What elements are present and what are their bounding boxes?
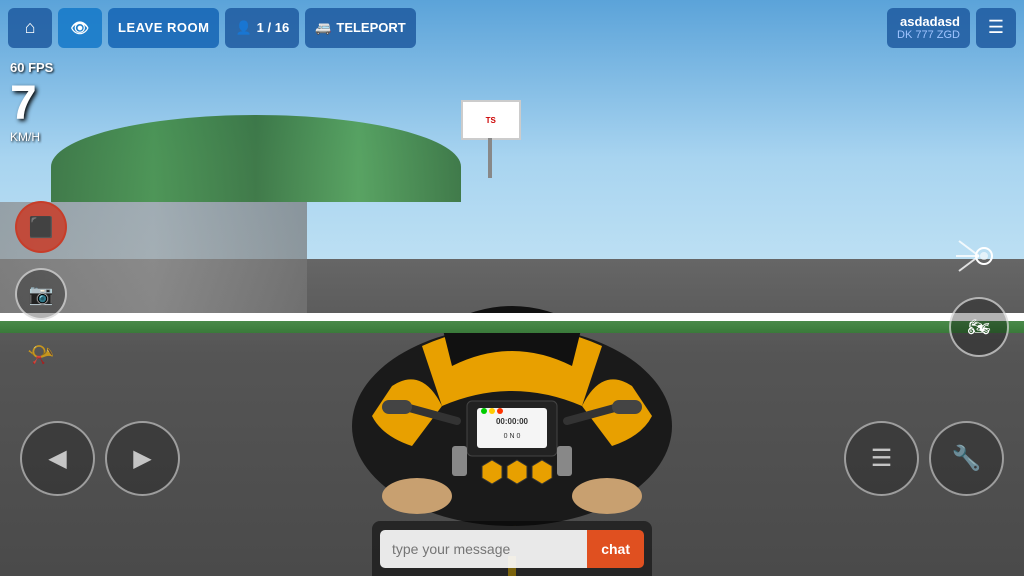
horn-icon: 📯 [27,342,54,368]
right-controls: 🏍 [949,230,1009,357]
svg-text:00:00:00: 00:00:00 [496,417,529,426]
horn-button[interactable]: 📯 [15,335,67,375]
players-count: 1 / 16 [257,20,290,35]
left-controls: ⬛ 📷 📯 [15,201,67,375]
players-button[interactable]: 👤 1 / 16 [225,8,299,48]
svg-text:0 N 0: 0 N 0 [504,433,521,440]
headlight-button[interactable] [953,230,1005,282]
player-info-panel: asdadasd DK 777 ZGD [887,8,970,48]
camera-button[interactable]: 📷 [15,268,67,320]
fps-label: 60 FPS [10,60,53,75]
record-button[interactable]: ⬛ [15,201,67,253]
road-divider [0,313,1024,321]
eye-button[interactable]: 👁 [58,8,102,48]
record-icon: ⬛ [29,215,54,240]
steer-left-button[interactable]: ◀ [20,421,95,496]
speed-unit: KM/H [10,130,40,144]
players-sep: / [267,20,274,35]
leave-room-button[interactable]: LEAVE ROOM [108,8,219,48]
menu-button[interactable]: ☰ [976,8,1016,48]
bottom-right-controls: ☰ 🔧 [844,421,1004,496]
speed-indicator: 7 KM/H [10,80,40,144]
game-viewport: TS 00:00:00 0 N 0 [0,0,1024,576]
menu-icon: ☰ [988,17,1004,38]
steering-controls: ◀ ▶ [20,421,180,496]
right-arrow-icon: ▶ [133,444,151,473]
hud-top-bar: ⌂ 👁 LEAVE ROOM 👤 1 / 16 🚐 TELEPORT asdad… [0,0,1024,55]
throttle-button[interactable]: 🔧 [929,421,1004,496]
billboard-text: TS [486,116,496,125]
steer-right-button[interactable]: ▶ [105,421,180,496]
camera-icon: 📷 [29,282,54,307]
list-icon: ☰ [871,444,893,473]
billboard: TS [461,100,521,140]
billboard-pole [488,138,492,178]
motorcycle-visual: 00:00:00 0 N 0 [262,246,762,526]
chat-input[interactable] [380,530,587,568]
chat-bar: chat [372,521,652,576]
leave-room-label: LEAVE ROOM [118,20,209,35]
player-plate: DK 777 ZGD [897,29,960,41]
players-max: 16 [275,20,289,35]
person-icon: 👤 [235,20,251,36]
moto-icon: 🏍 [968,317,991,338]
teleport-button[interactable]: 🚐 TELEPORT [305,8,416,48]
truck-icon: 🚐 [315,20,331,36]
player-name: asdadasd [897,14,960,29]
players-current: 1 [257,20,264,35]
speed-value: 7 [10,80,40,128]
grass-strip [0,321,1024,333]
left-arrow-icon: ◀ [48,444,66,473]
chat-send-button[interactable]: chat [587,530,644,568]
moto-mode-button[interactable]: 🏍 [949,297,1009,357]
home-button[interactable]: ⌂ [8,8,52,48]
home-icon: ⌂ [25,17,36,38]
throttle-icon: 🔧 [952,444,982,473]
fps-display: 60 FPS [10,60,53,75]
eye-icon: 👁 [70,19,89,37]
teleport-label: TELEPORT [336,20,405,35]
list-button[interactable]: ☰ [844,421,919,496]
